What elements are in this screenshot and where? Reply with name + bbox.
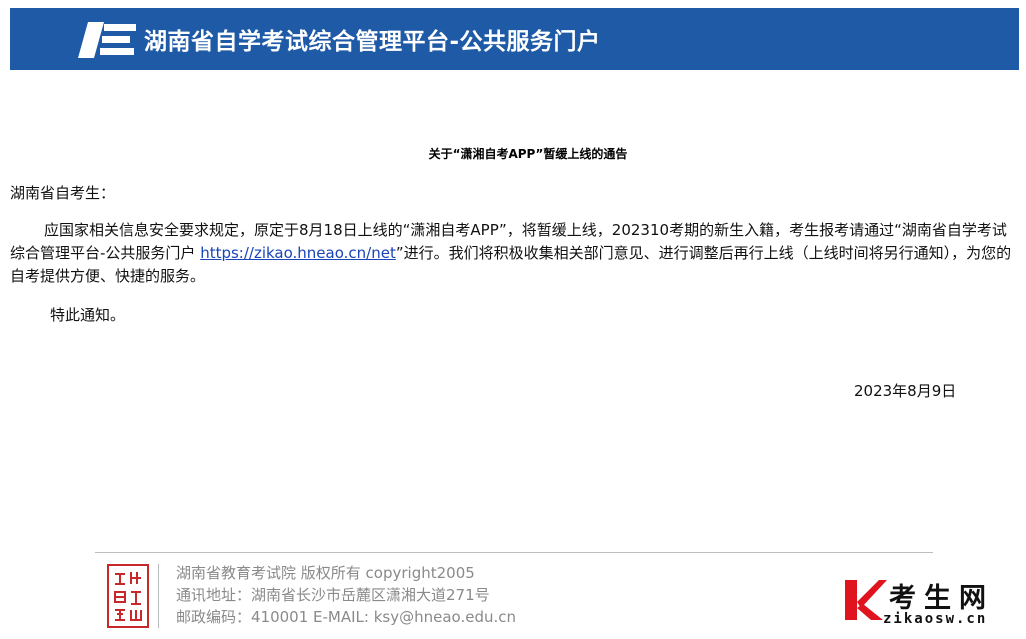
notice-salutation: 湖南省自考生： — [10, 184, 116, 202]
watermark-name: 考生网 — [889, 583, 994, 614]
notice-body: 应国家相关信息安全要求规定，原定于8月18日上线的“潇湘自考APP”，将暂缓上线… — [10, 219, 1020, 288]
watermark: 考生网 zikaosw.cn — [843, 578, 1023, 636]
footer-copyright: 湖南省教育考试院 版权所有 copyright2005 — [176, 564, 475, 582]
watermark-url: zikaosw.cn — [883, 611, 988, 627]
site-title: 湖南省自学考试综合管理平台-公共服务门户 — [144, 29, 601, 55]
footer-divider — [95, 552, 933, 553]
footer-separator — [158, 564, 159, 628]
footer-address: 通讯地址：湖南省长沙市岳麓区潇湘大道271号 — [176, 586, 490, 604]
k-logo-icon — [845, 580, 887, 620]
notice-closing: 特此通知。 — [50, 306, 126, 324]
portal-link[interactable]: https://zikao.hneao.cn/net — [200, 244, 396, 262]
notice-title: 关于“潇湘自考APP”暂缓上线的通告 — [428, 147, 628, 161]
red-seal-icon — [107, 564, 149, 628]
footer-info: 湖南省教育考试院 版权所有 copyright2005 通讯地址：湖南省长沙市岳… — [176, 562, 516, 628]
footer-contact: 邮政编码：410001 E-MAIL: ksy@hneao.edu.cn — [176, 608, 516, 626]
exam-portal-logo-icon[interactable] — [74, 18, 140, 62]
notice-date: 2023年8月9日 — [854, 382, 957, 400]
site-header: 湖南省自学考试综合管理平台-公共服务门户 — [10, 8, 1019, 70]
